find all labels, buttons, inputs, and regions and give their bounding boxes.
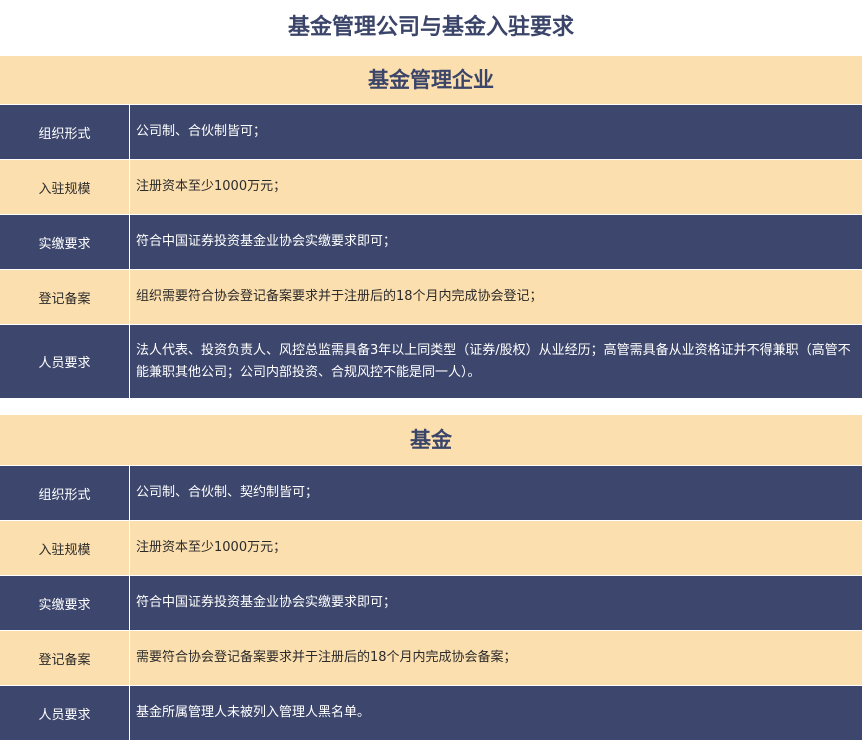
row-label: 人员要求 [0, 686, 130, 740]
section-title: 基金管理企业 [0, 56, 862, 104]
table-row: 登记备案 组织需要符合协会登记备案要求并于注册后的18个月内完成协会登记； [0, 269, 862, 324]
table-row: 人员要求 基金所属管理人未被列入管理人黑名单。 [0, 685, 862, 740]
row-value: 注册资本至少1000万元； [136, 540, 287, 555]
table-row: 入驻规模 注册资本至少1000万元； [0, 159, 862, 214]
row-label: 实缴要求 [0, 576, 130, 630]
row-value: 注册资本至少1000万元； [136, 179, 287, 194]
table-row: 组织形式 公司制、合伙制皆可； [0, 104, 862, 159]
row-label: 入驻规模 [0, 160, 130, 214]
row-value: 公司制、合伙制皆可； [136, 124, 267, 139]
table-row: 人员要求 法人代表、投资负责人、风控总监需具备3年以上同类型（证券/股权）从业经… [0, 324, 862, 398]
row-value: 法人代表、投资负责人、风控总监需具备3年以上同类型（证券/股权）从业经历；高管需… [136, 342, 851, 380]
row-label: 组织形式 [0, 466, 130, 520]
section-divider [0, 398, 862, 415]
table-row: 组织形式 公司制、合伙制、契约制皆可； [0, 465, 862, 520]
row-label: 入驻规模 [0, 521, 130, 575]
page-title: 基金管理公司与基金入驻要求 [0, 0, 862, 56]
row-value: 符合中国证券投资基金业协会实缴要求即可； [136, 595, 397, 610]
row-value: 需要符合协会登记备案要求并于注册后的18个月内完成协会备案； [136, 650, 517, 665]
table-row: 入驻规模 注册资本至少1000万元； [0, 520, 862, 575]
row-label: 登记备案 [0, 631, 130, 685]
table-row: 实缴要求 符合中国证券投资基金业协会实缴要求即可； [0, 575, 862, 630]
row-value: 组织需要符合协会登记备案要求并于注册后的18个月内完成协会登记； [136, 289, 543, 304]
row-value: 公司制、合伙制、契约制皆可； [136, 485, 319, 500]
row-label: 登记备案 [0, 270, 130, 324]
table-row: 实缴要求 符合中国证券投资基金业协会实缴要求即可； [0, 214, 862, 269]
section-title: 基金 [0, 415, 862, 465]
section-fund: 基金 组织形式 公司制、合伙制、契约制皆可； 入驻规模 注册资本至少1000万元… [0, 415, 862, 740]
row-label: 实缴要求 [0, 215, 130, 269]
table-row: 登记备案 需要符合协会登记备案要求并于注册后的18个月内完成协会备案； [0, 630, 862, 685]
row-value: 基金所属管理人未被列入管理人黑名单。 [136, 705, 371, 720]
section-fund-management-company: 基金管理企业 组织形式 公司制、合伙制皆可； 入驻规模 注册资本至少1000万元… [0, 56, 862, 398]
row-label: 组织形式 [0, 105, 130, 159]
row-value: 符合中国证券投资基金业协会实缴要求即可； [136, 234, 397, 249]
row-label: 人员要求 [0, 325, 130, 398]
